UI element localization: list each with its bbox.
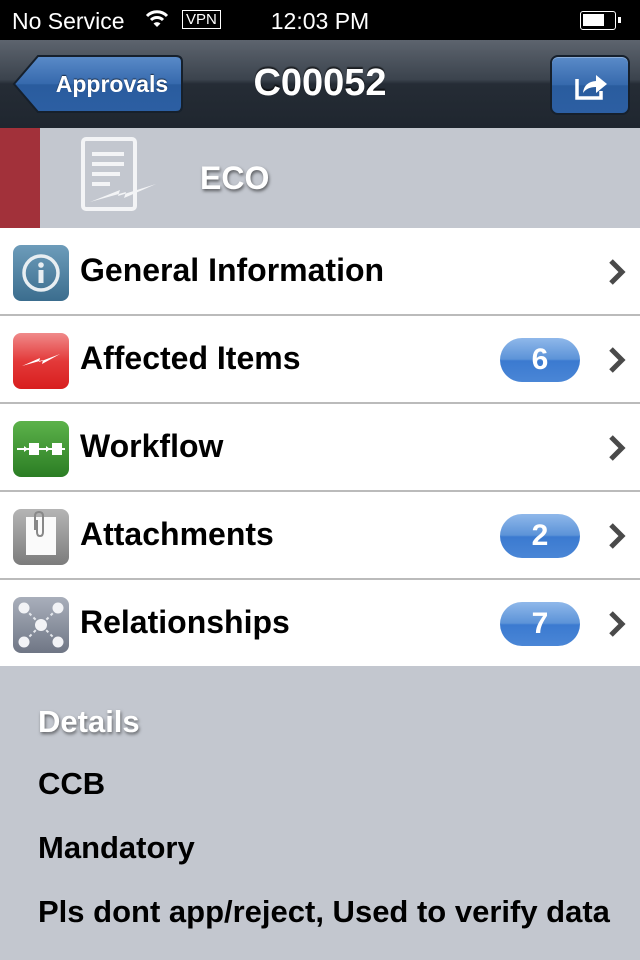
status-accent-bar <box>0 128 40 228</box>
info-icon <box>13 245 69 301</box>
relationships-icon <box>13 597 69 653</box>
details-heading: Details <box>38 704 140 739</box>
details-line: Mandatory <box>38 830 195 865</box>
chevron-right-icon <box>609 347 626 373</box>
share-icon <box>575 75 607 100</box>
menu-item-relationships[interactable]: Relationships 7 <box>0 580 640 668</box>
share-button[interactable] <box>550 55 630 115</box>
count-badge: 2 <box>500 514 580 558</box>
menu-item-label: Relationships <box>80 604 290 640</box>
lightning-icon <box>13 333 69 389</box>
details-section: Details CCB Mandatory Pls dont app/rejec… <box>0 666 640 960</box>
menu-item-label: Attachments <box>80 516 274 552</box>
object-header: ECO <box>0 128 640 228</box>
chevron-right-icon <box>609 611 626 637</box>
navigation-bar: Approvals C00052 <box>0 40 640 128</box>
chevron-right-icon <box>609 259 626 285</box>
back-button[interactable]: Approvals <box>12 54 184 114</box>
menu-item-affected-items[interactable]: Affected Items 6 <box>0 316 640 404</box>
chevron-right-icon <box>609 435 626 461</box>
menu-item-workflow[interactable]: Workflow <box>0 404 640 492</box>
paperclip-icon <box>13 509 69 565</box>
count-badge: 7 <box>500 602 580 646</box>
menu-item-label: Affected Items <box>80 340 301 376</box>
change-order-document-icon <box>81 137 156 211</box>
battery-icon <box>580 11 621 30</box>
section-menu: General Information Affected Items 6 Wor… <box>0 228 640 668</box>
workflow-icon <box>13 421 69 477</box>
chevron-right-icon <box>609 523 626 549</box>
menu-item-label: General Information <box>80 252 385 288</box>
menu-item-label: Workflow <box>80 428 224 464</box>
menu-item-attachments[interactable]: Attachments 2 <box>0 492 640 580</box>
details-line: CCB <box>38 766 106 801</box>
status-bar: No Service VPN 12:03 PM <box>0 0 640 40</box>
menu-item-general-information[interactable]: General Information <box>0 228 640 316</box>
details-line: Pls dont app/reject, Used to verify data <box>38 894 610 929</box>
clock: 12:03 PM <box>270 8 370 34</box>
object-type-label: ECO <box>200 160 270 196</box>
count-badge: 6 <box>500 338 580 382</box>
page-title: C00052 <box>253 62 387 104</box>
back-button-label: Approvals <box>55 71 169 97</box>
